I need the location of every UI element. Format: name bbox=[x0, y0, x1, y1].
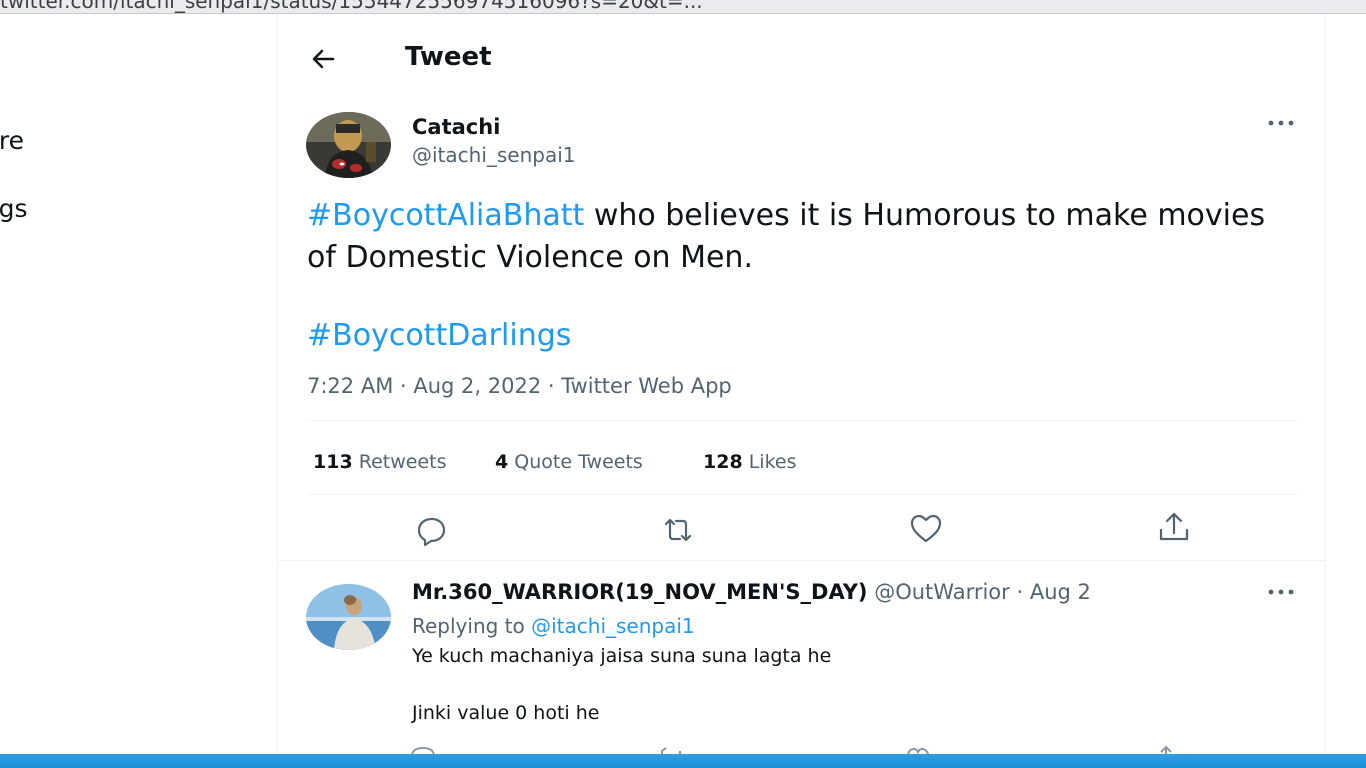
divider bbox=[307, 420, 1297, 421]
separator-dot: · bbox=[1016, 580, 1024, 604]
reply-author-handle[interactable]: @OutWarrior bbox=[874, 580, 1010, 604]
main-column: Tweet Catachi @itachi_senpai1 #BoycottAl… bbox=[277, 14, 1326, 757]
reply-author-name[interactable]: Mr.360_WARRIOR(19_NOV_MEN'S_DAY) bbox=[412, 580, 868, 604]
retweets-count: 113 bbox=[313, 451, 353, 473]
left-navigation: More Settings bbox=[0, 14, 277, 754]
reply-date[interactable]: Aug 2 bbox=[1030, 580, 1091, 604]
more-options-icon[interactable] bbox=[1266, 116, 1296, 128]
tweet-timestamp[interactable]: 7:22 AM · Aug 2, 2022 · Twitter Web App bbox=[307, 374, 732, 398]
divider bbox=[278, 560, 1325, 561]
replying-mention[interactable]: @itachi_senpai1 bbox=[531, 614, 695, 638]
tweet-text-line: #BoycottDarlings bbox=[307, 315, 571, 357]
share-icon[interactable] bbox=[1154, 508, 1194, 548]
hashtag-link[interactable]: #BoycottAliaBhatt bbox=[307, 198, 584, 233]
quotes-count: 4 bbox=[495, 451, 509, 473]
retweet-icon[interactable] bbox=[658, 510, 698, 550]
address-url[interactable]: twitter.com/itachi_senpai1/status/155447… bbox=[0, 0, 703, 13]
likes-label: Likes bbox=[748, 451, 797, 473]
replying-prefix: Replying to bbox=[412, 614, 525, 638]
reply-text-line: Jinki value 0 hoti he bbox=[412, 702, 600, 724]
quotes-label: Quote Tweets bbox=[514, 451, 643, 473]
quote-tweets-stat[interactable]: 4 Quote Tweets bbox=[495, 451, 643, 473]
author-handle[interactable]: @itachi_senpai1 bbox=[412, 143, 576, 167]
page-title: Tweet bbox=[405, 42, 492, 72]
divider bbox=[307, 494, 1297, 495]
retweets-stat[interactable]: 113 Retweets bbox=[313, 451, 446, 473]
reply-text-line: Ye kuch machaniya jaisa suna suna lagta … bbox=[412, 645, 832, 667]
reply-avatar[interactable] bbox=[306, 584, 391, 650]
reply-header: Mr.360_WARRIOR(19_NOV_MEN'S_DAY) @OutWar… bbox=[412, 580, 1091, 604]
retweets-label: Retweets bbox=[358, 451, 447, 473]
os-taskbar bbox=[0, 754, 1366, 768]
author-name[interactable]: Catachi bbox=[412, 115, 500, 139]
reply-icon[interactable] bbox=[411, 511, 451, 551]
author-avatar[interactable] bbox=[306, 112, 391, 178]
nav-item-settings[interactable]: Settings bbox=[0, 194, 28, 223]
browser-address-bar[interactable]: twitter.com/itachi_senpai1/status/155447… bbox=[0, 0, 1366, 14]
likes-stat[interactable]: 128 Likes bbox=[703, 451, 797, 473]
arrow-left-icon[interactable] bbox=[308, 44, 338, 74]
replying-to: Replying to @itachi_senpai1 bbox=[412, 614, 695, 638]
nav-item-more[interactable]: More bbox=[0, 126, 24, 155]
page-header: Tweet bbox=[278, 14, 1325, 104]
likes-count: 128 bbox=[703, 451, 743, 473]
more-options-icon[interactable] bbox=[1266, 585, 1296, 597]
tweet-text: #BoycottAliaBhatt who believes it is Hum… bbox=[307, 195, 1267, 279]
hashtag-link[interactable]: #BoycottDarlings bbox=[307, 318, 571, 353]
like-icon[interactable] bbox=[906, 509, 946, 549]
